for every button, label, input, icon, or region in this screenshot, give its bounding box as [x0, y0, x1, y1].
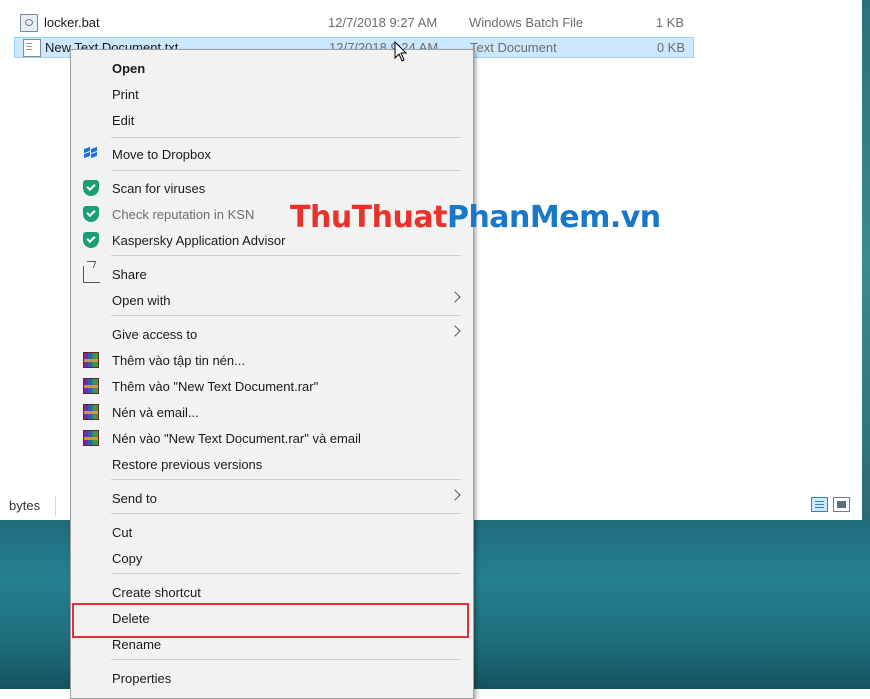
menu-item-cut[interactable]: Cut: [71, 520, 473, 544]
status-bytes: bytes: [9, 498, 41, 513]
menu-separator: [111, 315, 461, 316]
share-icon: [83, 266, 100, 283]
menu-item-label: Cut: [112, 524, 133, 540]
desktop-edge: [862, 0, 870, 520]
context-menu: Open Print Edit Move to Dropbox Scan for…: [70, 49, 474, 699]
batch-file-icon: [20, 13, 38, 32]
winrar-icon: [83, 404, 99, 420]
menu-item-label: Copy: [112, 550, 143, 566]
winrar-icon: [83, 378, 99, 394]
menu-item-label: Scan for viruses: [112, 180, 206, 196]
menu-item-label: Give access to: [112, 326, 198, 342]
menu-separator: [111, 255, 461, 256]
menu-item-label: Thêm vào tập tin nén...: [112, 352, 245, 368]
menu-item-properties[interactable]: Properties: [71, 666, 473, 690]
menu-item-label: Edit: [112, 112, 135, 128]
menu-item-scan-for-viruses[interactable]: Scan for viruses: [71, 176, 473, 200]
watermark-part2: PhanMem.vn: [446, 200, 661, 235]
menu-item-share[interactable]: Share: [71, 262, 473, 286]
menu-item-add-to-rar[interactable]: Thêm vào "New Text Document.rar": [71, 374, 473, 398]
menu-item-print[interactable]: Print: [71, 82, 473, 106]
menu-item-label: Move to Dropbox: [112, 146, 211, 162]
chevron-right-icon: [449, 489, 461, 501]
menu-item-label: Open: [112, 60, 146, 76]
menu-item-open[interactable]: Open: [71, 56, 473, 80]
menu-item-label: Rename: [112, 636, 162, 652]
menu-item-label: Kaspersky Application Advisor: [112, 232, 286, 248]
details-view-button[interactable]: [811, 497, 828, 512]
menu-item-label: Open with: [112, 292, 171, 308]
file-type: Windows Batch File: [469, 15, 584, 30]
menu-item-create-shortcut[interactable]: Create shortcut: [71, 580, 473, 604]
winrar-icon: [83, 430, 99, 446]
menu-item-label: Share: [112, 266, 147, 282]
menu-item-open-with[interactable]: Open with: [71, 288, 473, 312]
menu-item-label: Restore previous versions: [112, 456, 263, 472]
text-file-icon: [23, 38, 41, 57]
menu-item-label: Send to: [112, 490, 157, 506]
menu-item-give-access[interactable]: Give access to: [71, 322, 473, 346]
menu-item-label: Nén và email...: [112, 404, 199, 420]
menu-item-restore-versions[interactable]: Restore previous versions: [71, 452, 473, 476]
file-row-locker-bat[interactable]: locker.bat 12/7/2018 9:27 AM Windows Bat…: [14, 12, 694, 33]
winrar-icon: [83, 352, 99, 368]
watermark-part1: ThuThuat: [290, 200, 447, 235]
menu-item-edit[interactable]: Edit: [71, 108, 473, 132]
file-date: 12/7/2018 9:27 AM: [328, 15, 438, 30]
menu-separator: [111, 573, 461, 574]
menu-item-move-to-dropbox[interactable]: Move to Dropbox: [71, 142, 473, 166]
menu-item-add-archive[interactable]: Thêm vào tập tin nén...: [71, 348, 473, 372]
menu-item-label: Check reputation in KSN: [112, 206, 255, 222]
chevron-right-icon: [449, 291, 461, 303]
file-type: Text Document: [470, 40, 557, 55]
file-size: 1 KB: [655, 15, 684, 30]
kaspersky-shield-icon: [83, 180, 99, 196]
menu-item-send-to[interactable]: Send to: [71, 486, 473, 510]
menu-item-copy[interactable]: Copy: [71, 546, 473, 570]
menu-item-compress-rar-email[interactable]: Nén vào "New Text Document.rar" và email: [71, 426, 473, 450]
dropbox-icon: [83, 146, 99, 162]
menu-item-label: Print: [112, 86, 139, 102]
menu-separator: [111, 513, 461, 514]
large-icons-view-button[interactable]: [833, 497, 850, 512]
menu-item-compress-email[interactable]: Nén và email...: [71, 400, 473, 424]
file-size: 0 KB: [656, 40, 685, 55]
mouse-pointer-icon: [394, 41, 408, 62]
menu-separator: [111, 659, 461, 660]
file-name: locker.bat: [44, 15, 100, 30]
menu-separator: [111, 479, 461, 480]
kaspersky-shield-icon: [83, 206, 99, 222]
menu-item-label: Create shortcut: [112, 584, 201, 600]
menu-separator: [111, 170, 461, 171]
watermark: ThuThuatPhanMem.vn: [290, 200, 661, 235]
menu-separator: [111, 137, 461, 138]
delete-highlight-box: [72, 603, 469, 638]
chevron-right-icon: [449, 325, 461, 337]
menu-item-label: Properties: [112, 670, 172, 686]
menu-item-label: Thêm vào "New Text Document.rar": [112, 378, 319, 394]
status-divider: [55, 496, 56, 516]
kaspersky-shield-icon: [83, 232, 99, 248]
menu-item-label: Nén vào "New Text Document.rar" và email: [112, 430, 361, 446]
